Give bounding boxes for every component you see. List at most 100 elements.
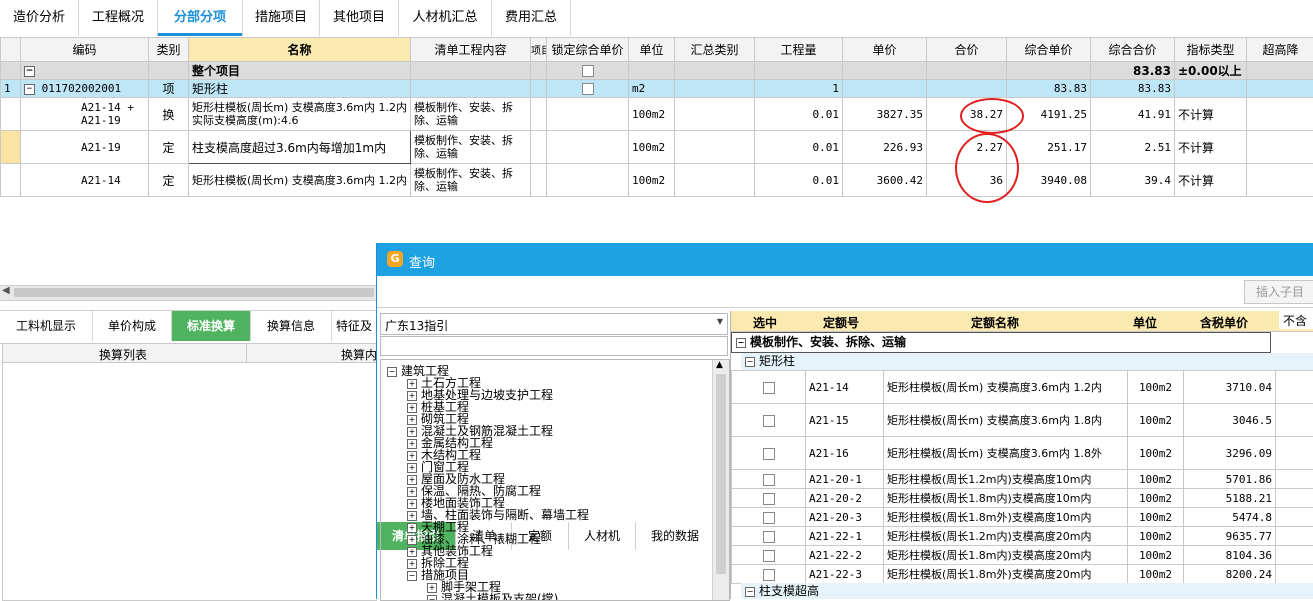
collapse-icon[interactable]: − [427, 595, 437, 601]
result-row[interactable]: A21-20-3矩形柱模板(周长1.8m外)支模高度10m内100m25474.… [732, 508, 1313, 527]
table-row[interactable]: − 整个项目 83.83 ±0.00以上 [1, 62, 1313, 80]
row-overheight [1247, 62, 1313, 80]
row-checkbox[interactable] [732, 470, 806, 489]
checkbox-icon[interactable] [763, 512, 775, 524]
header-name[interactable]: 名称 [189, 38, 411, 62]
header-index-type[interactable]: 指标类型 [1175, 38, 1247, 62]
header-unit[interactable]: 单位 [629, 38, 675, 62]
subgroup-row[interactable]: −矩形柱 [741, 353, 1313, 370]
row-checkbox[interactable] [732, 508, 806, 527]
row-qty: 0.01 [755, 164, 843, 197]
checkbox-icon[interactable] [582, 65, 594, 77]
result-row[interactable]: A21-22-3矩形柱模板(周长1.8m外)支模高度20m内100m28200.… [732, 565, 1313, 584]
table-row[interactable]: A21-14 + A21-19 换 矩形柱模板(周长m) 支模高度3.6m内 1… [1, 98, 1313, 131]
results-header-select: 选中 [753, 314, 777, 331]
row-checkbox[interactable] [732, 371, 806, 404]
header-type[interactable]: 类别 [149, 38, 189, 62]
collapse-toggle[interactable]: − [21, 62, 149, 80]
header-summary-type[interactable]: 汇总类别 [675, 38, 755, 62]
group-row[interactable]: −模板制作、安装、拆除、运输 [731, 332, 1271, 353]
minus-icon[interactable]: − [24, 66, 35, 77]
header-total[interactable]: 合价 [927, 38, 1007, 62]
tab-features[interactable]: 特征及 [332, 311, 377, 341]
checkbox-icon[interactable] [763, 415, 775, 427]
checkbox-icon[interactable] [763, 382, 775, 394]
header-overheight[interactable]: 超高降 [1247, 38, 1313, 62]
tree-subitem[interactable]: −混凝土模板及支架(撑) [427, 590, 558, 601]
result-row[interactable]: A21-20-1矩形柱模板(周长1.2m内)支模高度10m内100m25701.… [732, 470, 1313, 489]
result-row[interactable]: A21-16矩形柱模板(周长m) 支模高度3.6m内 1.8外100m23296… [732, 437, 1313, 470]
row-checkbox[interactable] [732, 489, 806, 508]
scroll-left-icon[interactable]: ◀ [2, 285, 10, 296]
tab-other-items[interactable]: 其他项目 [320, 0, 399, 36]
row-checkbox[interactable] [732, 546, 806, 565]
province-select[interactable]: 广东13指引 ▼ [380, 313, 728, 335]
checkbox-icon[interactable] [763, 531, 775, 543]
result-unit: 100m2 [1128, 470, 1184, 489]
result-unit: 100m2 [1128, 437, 1184, 470]
tab-conversion-info[interactable]: 换算信息 [251, 311, 332, 341]
tab-cost-summary[interactable]: 费用汇总 [492, 0, 571, 36]
result-row[interactable]: A21-15矩形柱模板(周长m) 支模高度3.6m内 1.8内100m23046… [732, 404, 1313, 437]
header-content[interactable]: 清单工程内容 [411, 38, 531, 62]
checkbox-icon[interactable] [763, 569, 775, 581]
collapse-icon[interactable]: − [736, 338, 746, 348]
checkbox-icon[interactable] [763, 550, 775, 562]
lock-checkbox[interactable] [547, 80, 629, 98]
tab-sub-items[interactable]: 分部分项 [158, 0, 243, 36]
checkbox-icon[interactable] [763, 474, 775, 486]
table-row[interactable]: 1 − 011702002001 项 矩形柱 m2 1 83.83 83.83 [1, 80, 1313, 98]
checkbox-icon[interactable] [763, 493, 775, 505]
insert-subitem-button[interactable]: 插入子目 [1244, 280, 1313, 304]
chevron-down-icon[interactable]: ▼ [717, 317, 723, 326]
result-unit: 100m2 [1128, 546, 1184, 565]
header-lock-price[interactable]: 锁定综合单价 [547, 38, 629, 62]
checkbox-icon[interactable] [582, 83, 594, 95]
dialog-titlebar[interactable]: G 查询 [377, 243, 1313, 276]
result-row[interactable]: A21-22-1矩形柱模板(周长1.2m内)支模高度20m内100m29635.… [732, 527, 1313, 546]
tab-project-overview[interactable]: 工程概况 [79, 0, 158, 36]
row-name[interactable]: 矩形柱模板(周长m) 支模高度3.6m内 1.2内 实际支模高度(m):4.6 [189, 98, 411, 131]
row-name[interactable]: 矩形柱模板(周长m) 支模高度3.6m内 1.2内 [189, 164, 411, 197]
tab-standard-conversion[interactable]: 标准换算 [172, 311, 251, 341]
header-item[interactable]: 项目 [531, 38, 547, 62]
scrollbar-thumb[interactable] [716, 374, 726, 574]
checkbox-icon[interactable] [763, 448, 775, 460]
tab-labor-material[interactable]: 人材机汇总 [399, 0, 492, 36]
header-quantity[interactable]: 工程量 [755, 38, 843, 62]
collapse-icon[interactable]: − [387, 367, 397, 377]
result-row[interactable]: A21-20-2矩形柱模板(周长1.8m内)支模高度10m内100m25188.… [732, 489, 1313, 508]
row-checkbox[interactable] [732, 404, 806, 437]
tab-labor-display[interactable]: 工料机显示 [0, 311, 93, 341]
tab-price-composition[interactable]: 单价构成 [93, 311, 172, 341]
row-checkbox[interactable] [732, 527, 806, 546]
header-comp-price[interactable]: 综合单价 [1007, 38, 1091, 62]
collapse-icon[interactable]: − [745, 357, 755, 367]
header-comp-total[interactable]: 综合合价 [1091, 38, 1175, 62]
lock-checkbox[interactable] [547, 62, 629, 80]
collapse-icon[interactable]: − [407, 571, 417, 581]
horizontal-scrollbar[interactable]: ◀ [0, 285, 376, 301]
table-row[interactable]: A21-19 定 柱支模高度超过3.6m内每增加1m内 模板制作、安装、拆除、运… [1, 131, 1313, 164]
tab-measures[interactable]: 措施项目 [243, 0, 320, 36]
row-index-type: 不计算 [1175, 98, 1247, 131]
header-unit-price[interactable]: 单价 [843, 38, 927, 62]
table-row[interactable]: A21-14 定 矩形柱模板(周长m) 支模高度3.6m内 1.2内 模板制作、… [1, 164, 1313, 197]
tree-search-input[interactable] [380, 336, 728, 356]
row-checkbox[interactable] [732, 437, 806, 470]
minus-icon[interactable]: − [24, 84, 35, 95]
result-no-tax [1276, 437, 1313, 470]
result-row[interactable]: A21-14矩形柱模板(周长m) 支模高度3.6m内 1.2内100m23710… [732, 371, 1313, 404]
result-row[interactable]: A21-22-2矩形柱模板(周长1.8m内)支模高度20m内100m28104.… [732, 546, 1313, 565]
tree-vertical-scrollbar[interactable]: ▲ [712, 360, 729, 600]
scrollbar-thumb[interactable] [14, 288, 374, 297]
row-checkbox[interactable] [732, 565, 806, 584]
row-item [531, 98, 547, 131]
subgroup-row[interactable]: −柱支模超高 [741, 583, 1313, 599]
row-name[interactable]: 柱支模高度超过3.6m内每增加1m内 [189, 131, 411, 164]
result-name: 矩形柱模板(周长1.8m内)支模高度10m内 [884, 489, 1128, 508]
tab-cost-analysis[interactable]: 造价分析 [0, 0, 79, 36]
header-code[interactable]: 编码 [21, 38, 149, 62]
scroll-up-icon[interactable]: ▲ [716, 360, 723, 370]
collapse-icon[interactable]: − [745, 587, 755, 597]
